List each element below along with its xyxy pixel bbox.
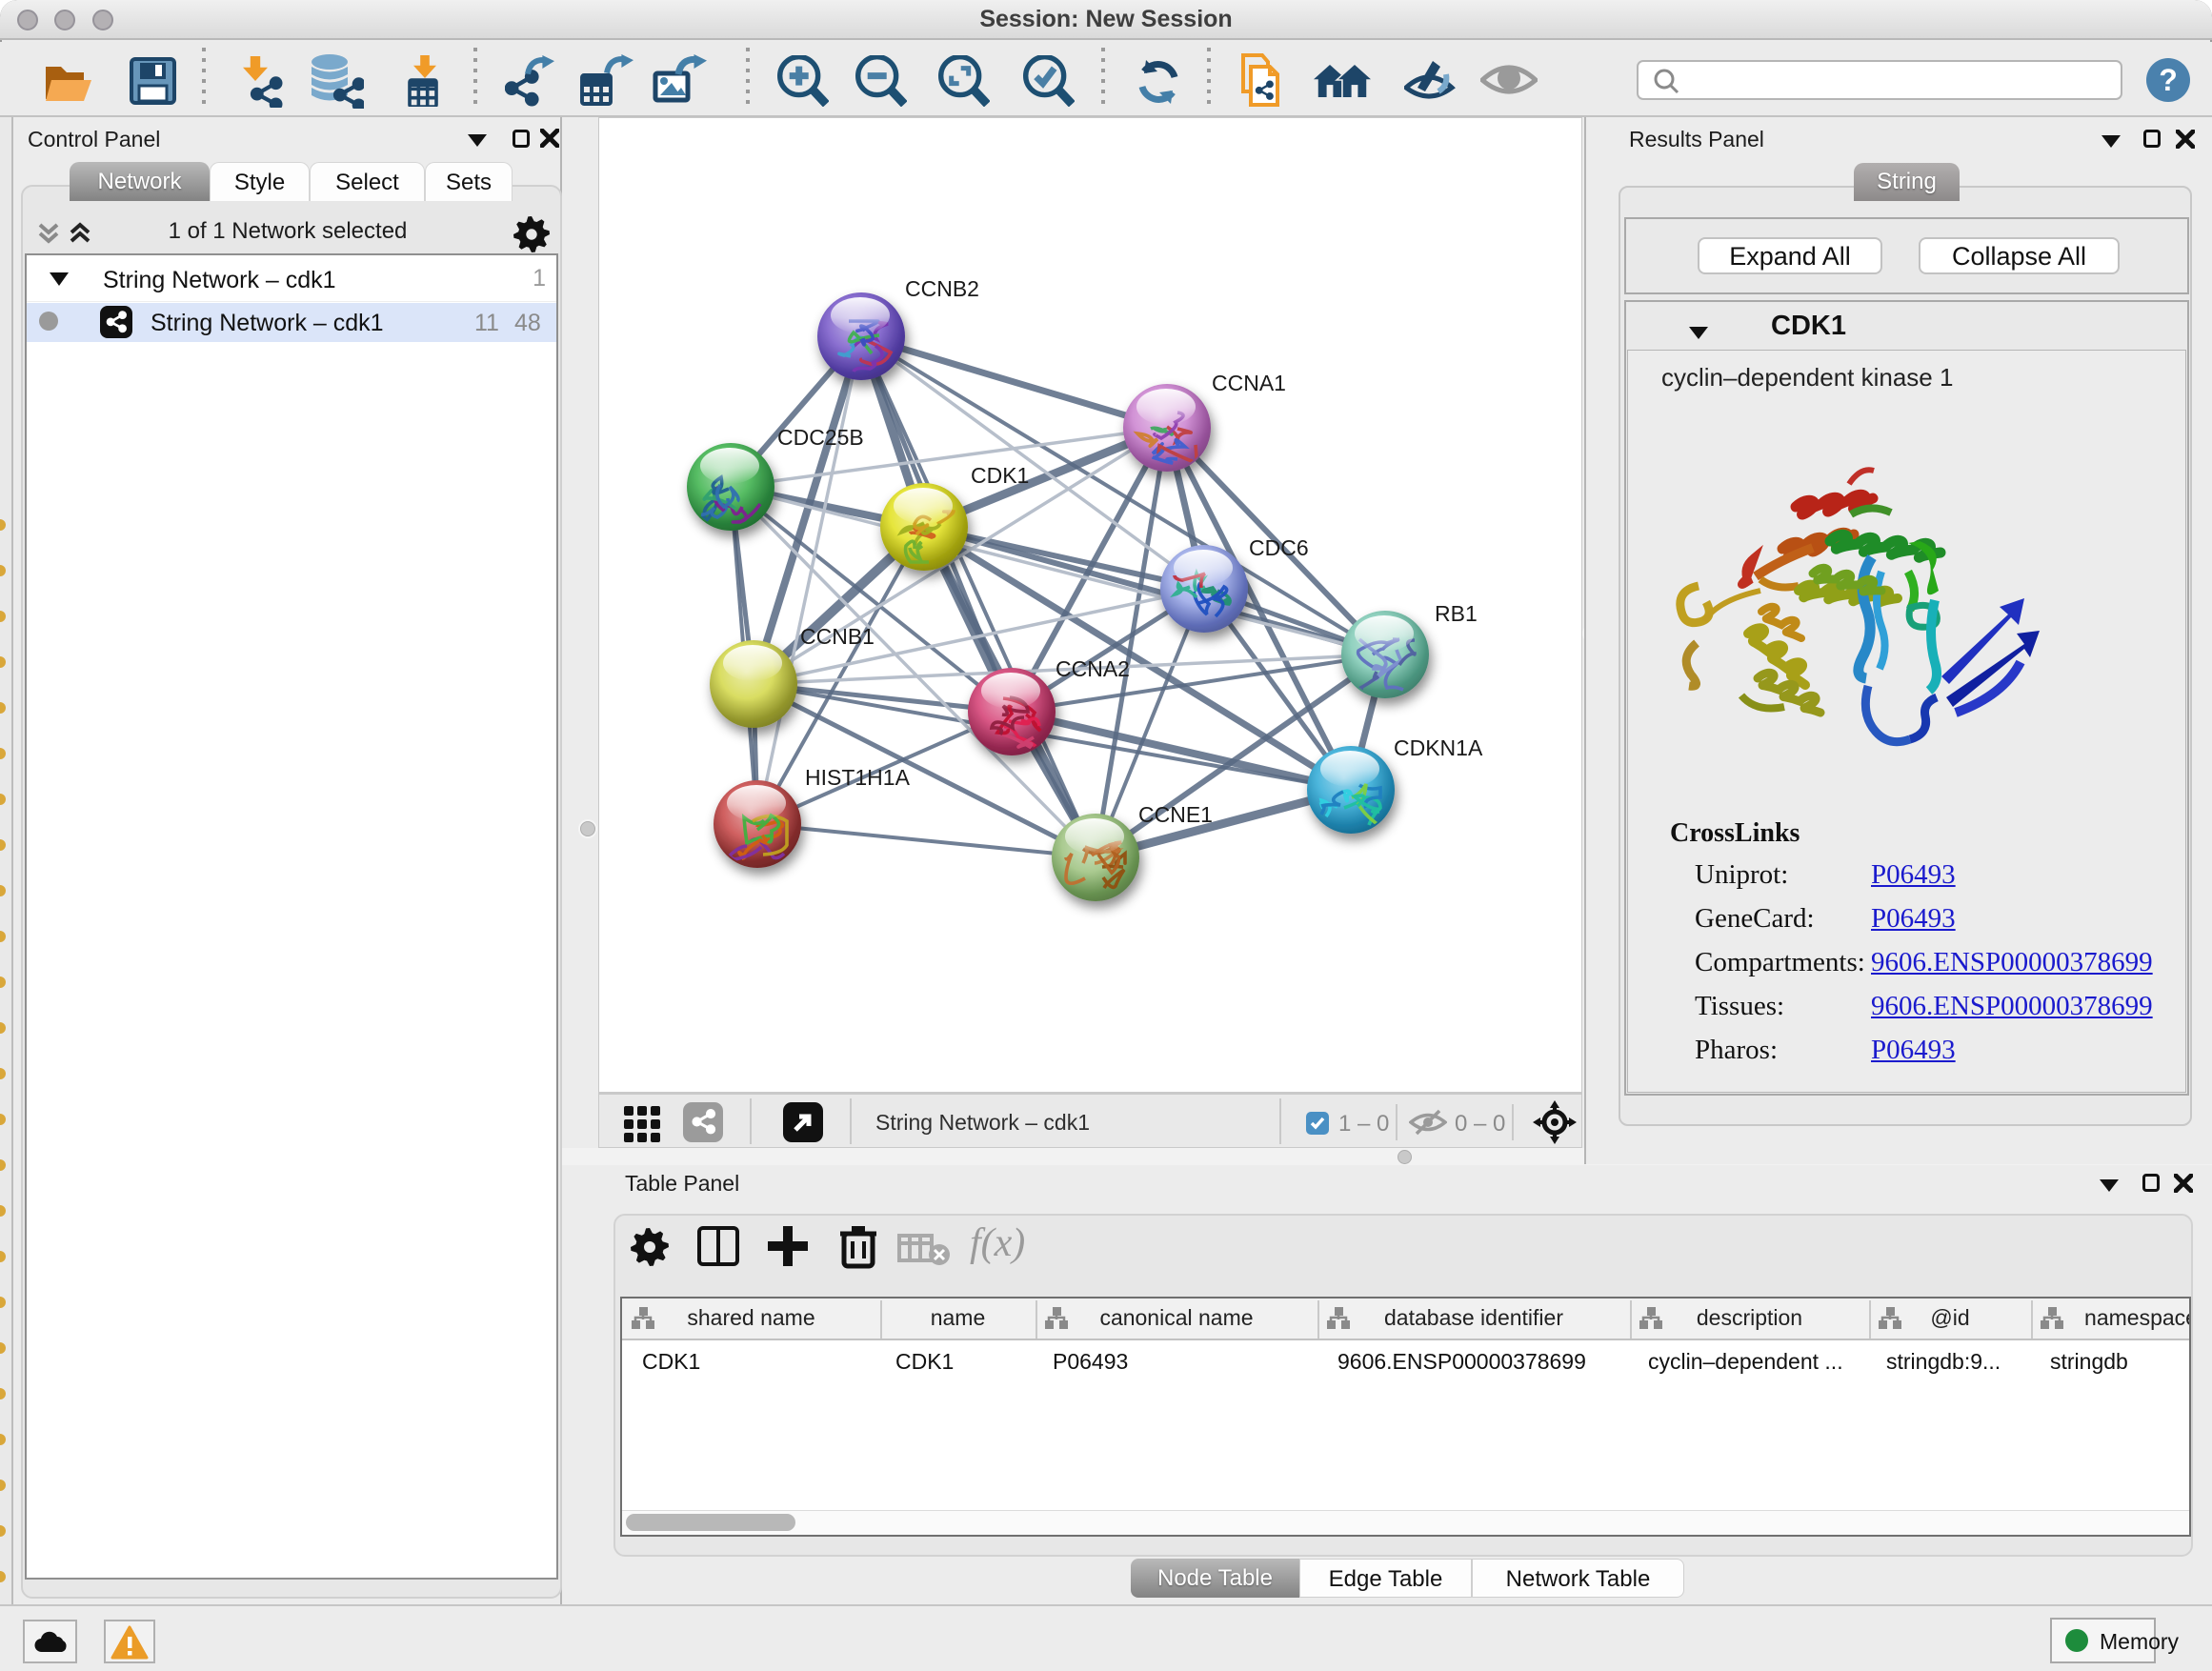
svg-text:CCNE1: CCNE1 <box>1138 802 1213 827</box>
svg-text:RB1: RB1 <box>1435 601 1478 626</box>
svg-text:CDC25B: CDC25B <box>777 425 864 450</box>
svg-text:CCNA1: CCNA1 <box>1212 371 1286 395</box>
svg-text:HIST1H1A: HIST1H1A <box>805 765 911 790</box>
svg-text:CDKN1A: CDKN1A <box>1394 735 1483 760</box>
svg-text:CCNB1: CCNB1 <box>800 624 875 649</box>
svg-text:CCNA2: CCNA2 <box>1056 656 1130 681</box>
svg-text:CDK1: CDK1 <box>971 463 1029 488</box>
svg-text:CCNB2: CCNB2 <box>905 276 979 301</box>
svg-text:CDC6: CDC6 <box>1249 535 1309 560</box>
